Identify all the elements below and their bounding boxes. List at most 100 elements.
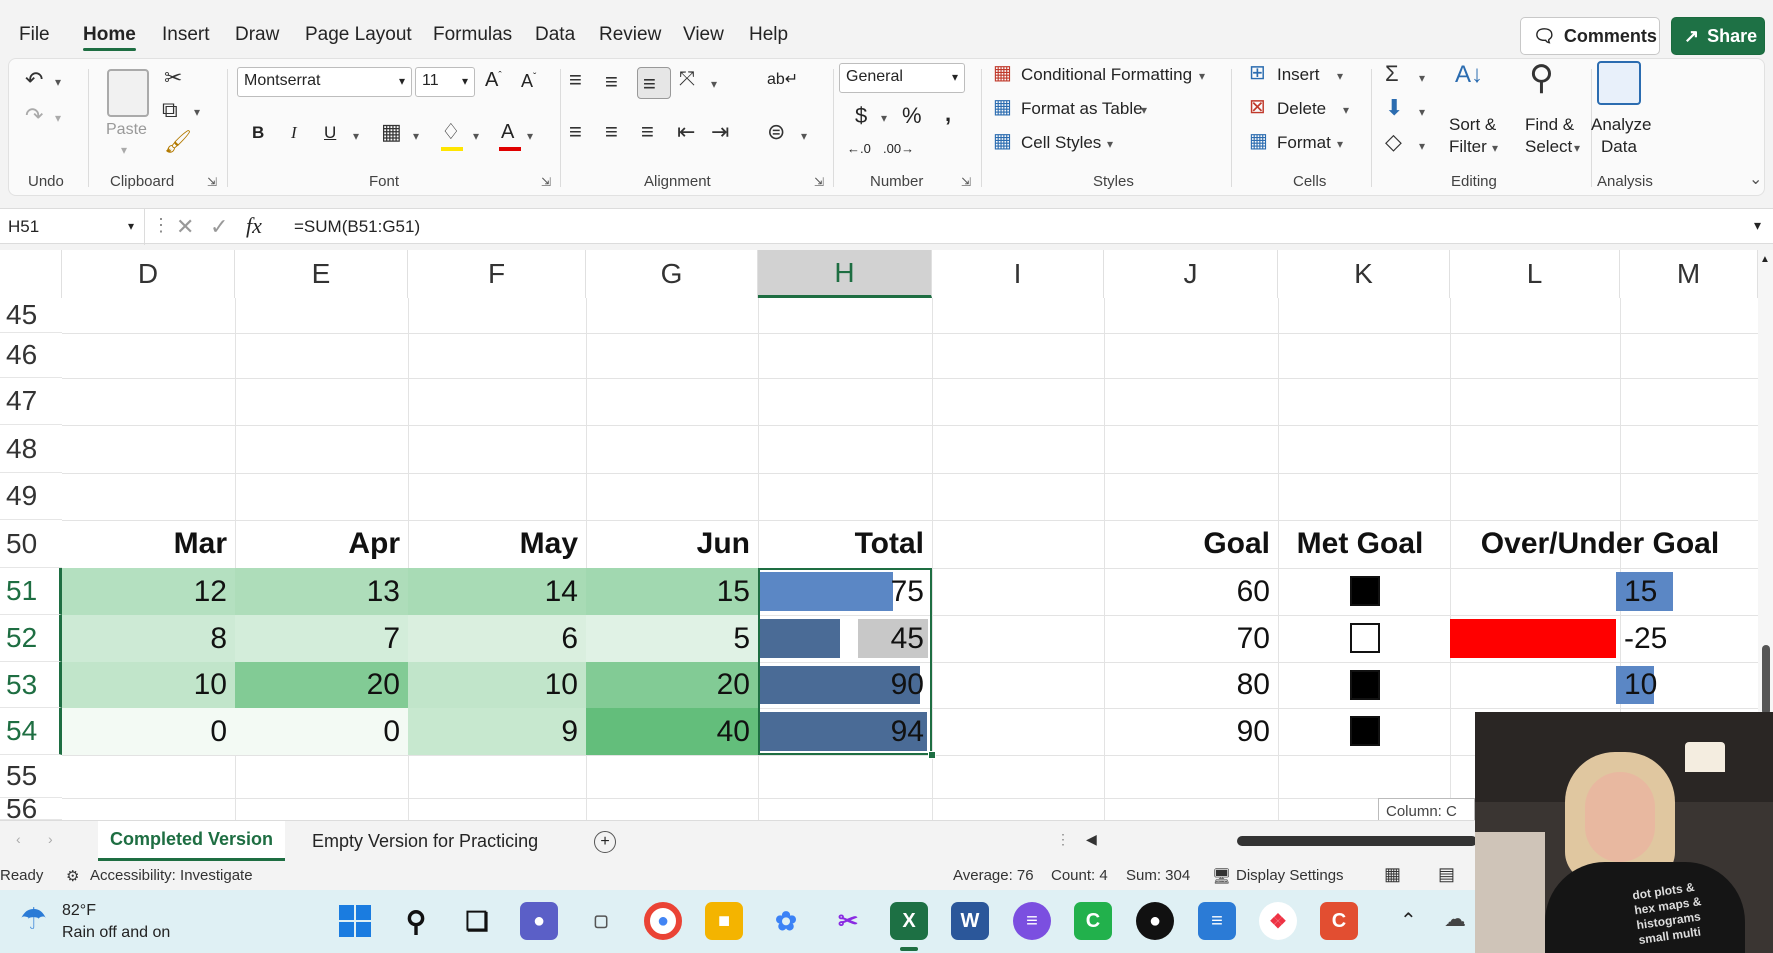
- merge-dropdown-icon[interactable]: ▾: [801, 129, 807, 143]
- decrease-decimal-icon[interactable]: .00→: [883, 141, 914, 156]
- font-size-select[interactable]: 11 ▾: [415, 67, 475, 97]
- recorder-icon[interactable]: C: [1320, 902, 1358, 940]
- decrease-font-icon[interactable]: Aˇ: [521, 71, 536, 92]
- document-app-icon[interactable]: ≡: [1198, 902, 1236, 940]
- cell-e54[interactable]: 0: [235, 708, 408, 755]
- font-name-select[interactable]: Montserrat ▾: [237, 67, 412, 97]
- chevron-up-icon[interactable]: ⌃: [1400, 908, 1417, 933]
- analyze-data-line2[interactable]: Data: [1601, 137, 1637, 157]
- scroll-left-icon[interactable]: ◀: [1086, 831, 1097, 848]
- column-header-k[interactable]: K: [1278, 250, 1450, 298]
- column-header-d[interactable]: D: [62, 250, 235, 298]
- clear-dropdown-icon[interactable]: ▾: [1419, 139, 1425, 153]
- fill-icon[interactable]: ⬇: [1385, 97, 1403, 119]
- orientation-icon[interactable]: ⤧: [679, 69, 695, 89]
- analyze-data-line1[interactable]: Analyze: [1591, 115, 1651, 135]
- find-select-line2[interactable]: Select: [1525, 137, 1572, 157]
- snipping-tool-icon[interactable]: ▢: [582, 902, 620, 940]
- cell-d52[interactable]: 8: [62, 615, 235, 662]
- chevron-down-icon[interactable]: ▾: [1492, 141, 1498, 155]
- percent-icon[interactable]: %: [902, 103, 922, 129]
- collapse-ribbon-icon[interactable]: ⌄: [1749, 169, 1762, 189]
- met-goal-checkbox[interactable]: [1350, 716, 1380, 746]
- align-middle-icon[interactable]: ≡: [605, 71, 618, 93]
- chevron-down-icon[interactable]: ▾: [1343, 103, 1349, 117]
- normal-view-icon[interactable]: ▦: [1384, 864, 1401, 885]
- number-launcher-icon[interactable]: ⇲: [961, 175, 971, 189]
- row-header-56[interactable]: 56: [0, 793, 62, 824]
- row-header-46[interactable]: 46: [0, 333, 62, 378]
- cell-d53[interactable]: 10: [62, 662, 235, 708]
- cell-e51[interactable]: 13: [235, 568, 408, 615]
- tab-completed-version[interactable]: Completed Version: [98, 821, 286, 861]
- vertical-scroll-thumb[interactable]: [1762, 645, 1770, 715]
- currency-icon[interactable]: $: [855, 103, 867, 129]
- row-header-51[interactable]: 51: [0, 568, 62, 615]
- merge-center-icon[interactable]: ⊜: [767, 121, 785, 143]
- menu-draw[interactable]: Draw: [235, 24, 279, 46]
- more-options-icon[interactable]: ⋮: [152, 215, 170, 236]
- enter-icon[interactable]: ✓: [210, 214, 228, 240]
- increase-decimal-icon[interactable]: ←.0: [847, 141, 871, 156]
- column-header-l[interactable]: L: [1450, 250, 1620, 298]
- camtasia-icon[interactable]: C: [1074, 902, 1112, 940]
- redo-dropdown-icon[interactable]: ▾: [55, 111, 61, 125]
- search-icon[interactable]: ⚲: [397, 902, 435, 940]
- row-header-52[interactable]: 52: [0, 615, 62, 662]
- format-as-table-button[interactable]: Format as Table: [1021, 99, 1143, 119]
- paste-icon[interactable]: [107, 69, 149, 117]
- comments-button[interactable]: 🗨 Comments: [1520, 17, 1660, 55]
- teams-icon[interactable]: ●: [520, 902, 558, 940]
- header-j[interactable]: Goal: [1104, 520, 1278, 568]
- cell-f52[interactable]: 6: [408, 615, 586, 662]
- chevron-down-icon[interactable]: ▾: [1337, 137, 1343, 151]
- chrome-icon[interactable]: ●: [644, 902, 682, 940]
- name-box[interactable]: H51 ▾: [0, 209, 145, 245]
- display-settings-button[interactable]: Display Settings: [1236, 867, 1344, 884]
- clear-icon[interactable]: ◇: [1385, 131, 1402, 153]
- tab-empty-version[interactable]: Empty Version for Practicing: [300, 821, 550, 861]
- column-header-e[interactable]: E: [235, 250, 408, 298]
- column-header-f[interactable]: F: [408, 250, 586, 298]
- cell-e53[interactable]: 20: [235, 662, 408, 708]
- cell-f54[interactable]: 9: [408, 708, 586, 755]
- menu-page-layout[interactable]: Page Layout: [305, 24, 412, 46]
- align-center-icon[interactable]: ≡: [605, 121, 618, 143]
- excel-icon[interactable]: X: [890, 902, 928, 940]
- format-painter-icon[interactable]: 🖌: [164, 131, 192, 153]
- scroll-up-icon[interactable]: ▲: [1760, 254, 1770, 265]
- weather-temperature[interactable]: 82°F: [62, 902, 96, 920]
- met-goal-checkbox[interactable]: [1350, 623, 1380, 653]
- cell-g53[interactable]: 20: [586, 662, 758, 708]
- wrap-text-icon[interactable]: ab↵: [767, 69, 798, 89]
- underline-dropdown-icon[interactable]: ▾: [353, 129, 359, 143]
- cloud-icon[interactable]: ☁: [1444, 906, 1466, 932]
- chevron-down-icon[interactable]: ▾: [1337, 69, 1343, 83]
- chevron-down-icon[interactable]: ▾: [1199, 69, 1205, 83]
- clipboard-launcher-icon[interactable]: ⇲: [207, 175, 217, 189]
- row-header-50[interactable]: 50: [0, 520, 62, 568]
- menu-formulas[interactable]: Formulas: [433, 24, 512, 46]
- format-cells-button[interactable]: Format: [1277, 133, 1331, 153]
- find-select-line1[interactable]: Find &: [1525, 115, 1574, 135]
- sort-filter-line1[interactable]: Sort &: [1449, 115, 1496, 135]
- cell-h52[interactable]: 45: [758, 615, 932, 662]
- prev-sheet-icon[interactable]: ‹: [16, 831, 21, 847]
- page-layout-view-icon[interactable]: ▤: [1438, 864, 1455, 885]
- menu-data[interactable]: Data: [535, 24, 575, 46]
- autosum-icon[interactable]: Σ: [1385, 63, 1399, 85]
- menu-home[interactable]: Home: [83, 24, 136, 46]
- row-header-49[interactable]: 49: [0, 473, 62, 520]
- font-color-dropdown-icon[interactable]: ▾: [527, 129, 533, 143]
- copy-icon[interactable]: ⧉: [162, 99, 178, 121]
- column-header-i[interactable]: I: [932, 250, 1104, 298]
- insert-cells-button[interactable]: Insert: [1277, 65, 1320, 85]
- redo-icon[interactable]: ↷: [25, 105, 43, 127]
- cell-f53[interactable]: 10: [408, 662, 586, 708]
- paste-button[interactable]: Paste: [106, 121, 147, 139]
- autosum-dropdown-icon[interactable]: ▾: [1419, 71, 1425, 85]
- underline-icon[interactable]: U: [324, 123, 336, 143]
- font-launcher-icon[interactable]: ⇲: [541, 175, 551, 189]
- column-header-j[interactable]: J: [1104, 250, 1278, 298]
- cell-h51[interactable]: 75: [758, 568, 932, 615]
